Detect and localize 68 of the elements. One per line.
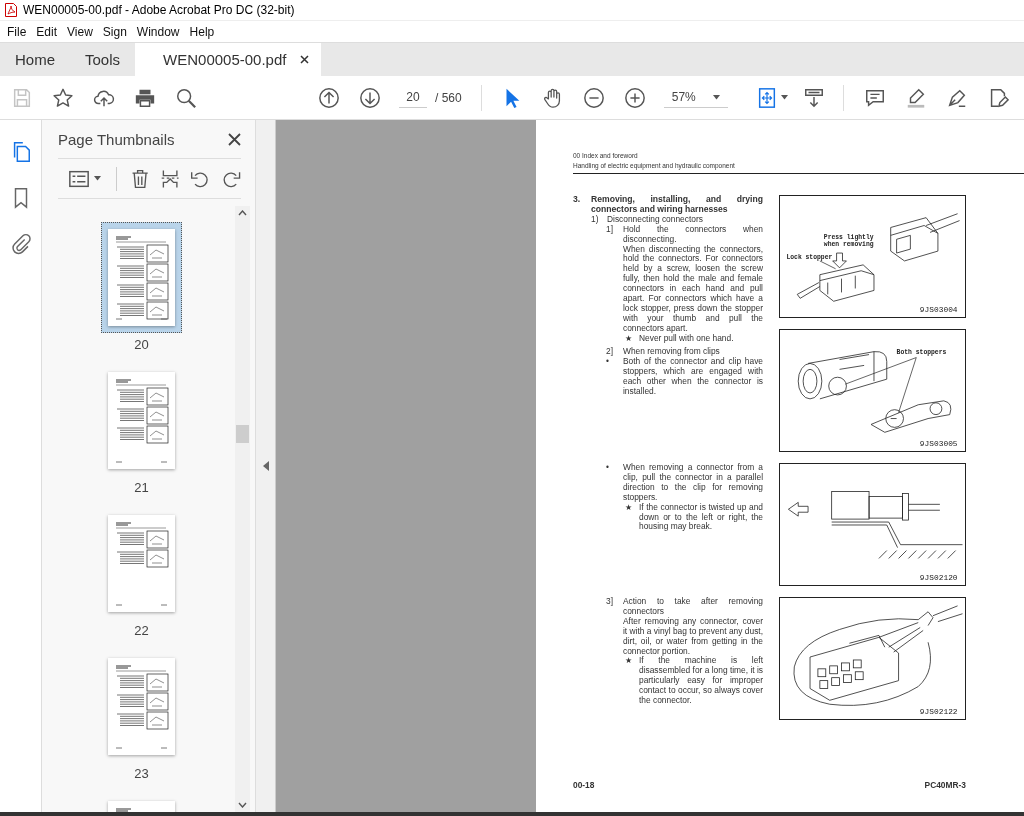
- caret-icon: [94, 176, 101, 181]
- arrow-up-circle-icon[interactable]: [318, 86, 340, 109]
- list-marker: 2]: [606, 347, 614, 357]
- body-text: When disconnecting the connectors, hold the connectors. For connectors held by a screw, loosen the screw fully, then hold the male and female connectors in each hand and pull apart. For connectors which have a lock stopper, press down the stopper with your thumb and pull the connectors apart.: [623, 244, 763, 334]
- menu-item[interactable]: Edit: [31, 22, 63, 41]
- scroll-up-icon[interactable]: [238, 210, 247, 216]
- page-number-label: 21: [134, 480, 149, 495]
- close-icon[interactable]: [228, 132, 241, 146]
- body-text: Action to take after removing connectors: [623, 597, 763, 617]
- list-marker: 3.: [573, 195, 582, 206]
- tab[interactable]: WEN00005-00.pdf: [135, 43, 322, 76]
- list-marker: 3]: [606, 597, 614, 608]
- caret-icon: [712, 94, 720, 100]
- body-text: Both of the connector and clip have stoppers, which are engaged with each other when the connector is installed.: [623, 356, 763, 397]
- window-title: WEN00005-00.pdf - Adobe Acrobat Pro DC (32-bit): [23, 3, 295, 17]
- tab[interactable]: Home: [0, 43, 70, 76]
- list-marker: •: [606, 356, 609, 368]
- body-text: If the connector is twisted up and down or to the left or right, the housing may break.: [639, 502, 763, 533]
- figure-code: 9JS03005: [919, 439, 958, 449]
- page-number-field[interactable]: 20: [399, 87, 427, 108]
- list-marker: 1): [591, 214, 600, 225]
- zoom-field[interactable]: 57%: [663, 87, 728, 108]
- scrollbar-thumb[interactable]: [236, 425, 249, 443]
- close-icon[interactable]: [300, 55, 310, 64]
- arrow-down-circle-icon[interactable]: [359, 86, 381, 109]
- collapse-icon[interactable]: [262, 461, 269, 471]
- tab[interactable]: Tools: [70, 43, 136, 76]
- leader-line: [819, 260, 836, 270]
- body-text: When removing a connector from a clip, pull the connector in a parallel direction to the clip for removing stoppers.: [623, 463, 763, 503]
- model-name: PC40MR-3: [924, 780, 966, 790]
- arrow: [788, 501, 809, 517]
- menu-item[interactable]: File: [2, 22, 32, 41]
- body-text: Never pull with one hand.: [639, 333, 735, 344]
- page-thumbnail[interactable]: [101, 222, 182, 333]
- pdf-file-icon: [5, 3, 17, 17]
- body-text: Hold the connectors when disconnecting.: [623, 224, 763, 245]
- menu-item[interactable]: View: [62, 22, 98, 41]
- scroll-mode-icon[interactable]: [802, 86, 825, 109]
- figure-code: 9JS03004: [919, 305, 958, 315]
- paperclip-icon[interactable]: [9, 233, 32, 255]
- star-icon[interactable]: [52, 86, 74, 109]
- zoom-out-icon[interactable]: [582, 86, 605, 109]
- list-marker: •: [606, 463, 610, 474]
- menu-item[interactable]: Sign: [97, 22, 132, 41]
- body-text: After removing any connector, cover it with a vinyl bag to prevent any dust, dirt, oil, or water from getting in the connector portion.: [623, 616, 763, 657]
- page-number-label: 22: [134, 623, 149, 638]
- page-number: 00-18: [573, 780, 595, 790]
- body-text: If the machine is left disassembled for a long time, it is particularly easy for improper contact to occur, so always cover the connector.: [639, 656, 763, 706]
- section-heading: Removing, installing, and drying connectors and wiring harnesses: [591, 195, 763, 215]
- caret-icon[interactable]: [780, 95, 788, 100]
- search-icon[interactable]: [175, 86, 197, 109]
- page-number-label: 20: [134, 337, 149, 352]
- scroll-down-icon[interactable]: [238, 802, 247, 808]
- body-text: When removing from clips: [623, 347, 721, 357]
- menu-item[interactable]: Help: [184, 22, 220, 41]
- menu-item[interactable]: Window: [131, 22, 185, 41]
- figure-code: 9JS02122: [919, 707, 958, 717]
- page-number-label: 23: [134, 766, 149, 781]
- panel-title: Page Thumbnails: [58, 130, 175, 148]
- star-marker: ★: [625, 502, 632, 514]
- scrollbar[interactable]: [235, 206, 250, 812]
- page-count: / 560: [435, 90, 462, 105]
- list-marker: 1]: [606, 224, 613, 236]
- star-marker: ★: [625, 333, 633, 344]
- star-marker: ★: [625, 656, 633, 668]
- body-text: Disconnecting connectors: [607, 214, 704, 225]
- zoom-in-icon[interactable]: [623, 86, 646, 109]
- figure-code: 9JS02120: [919, 573, 958, 583]
